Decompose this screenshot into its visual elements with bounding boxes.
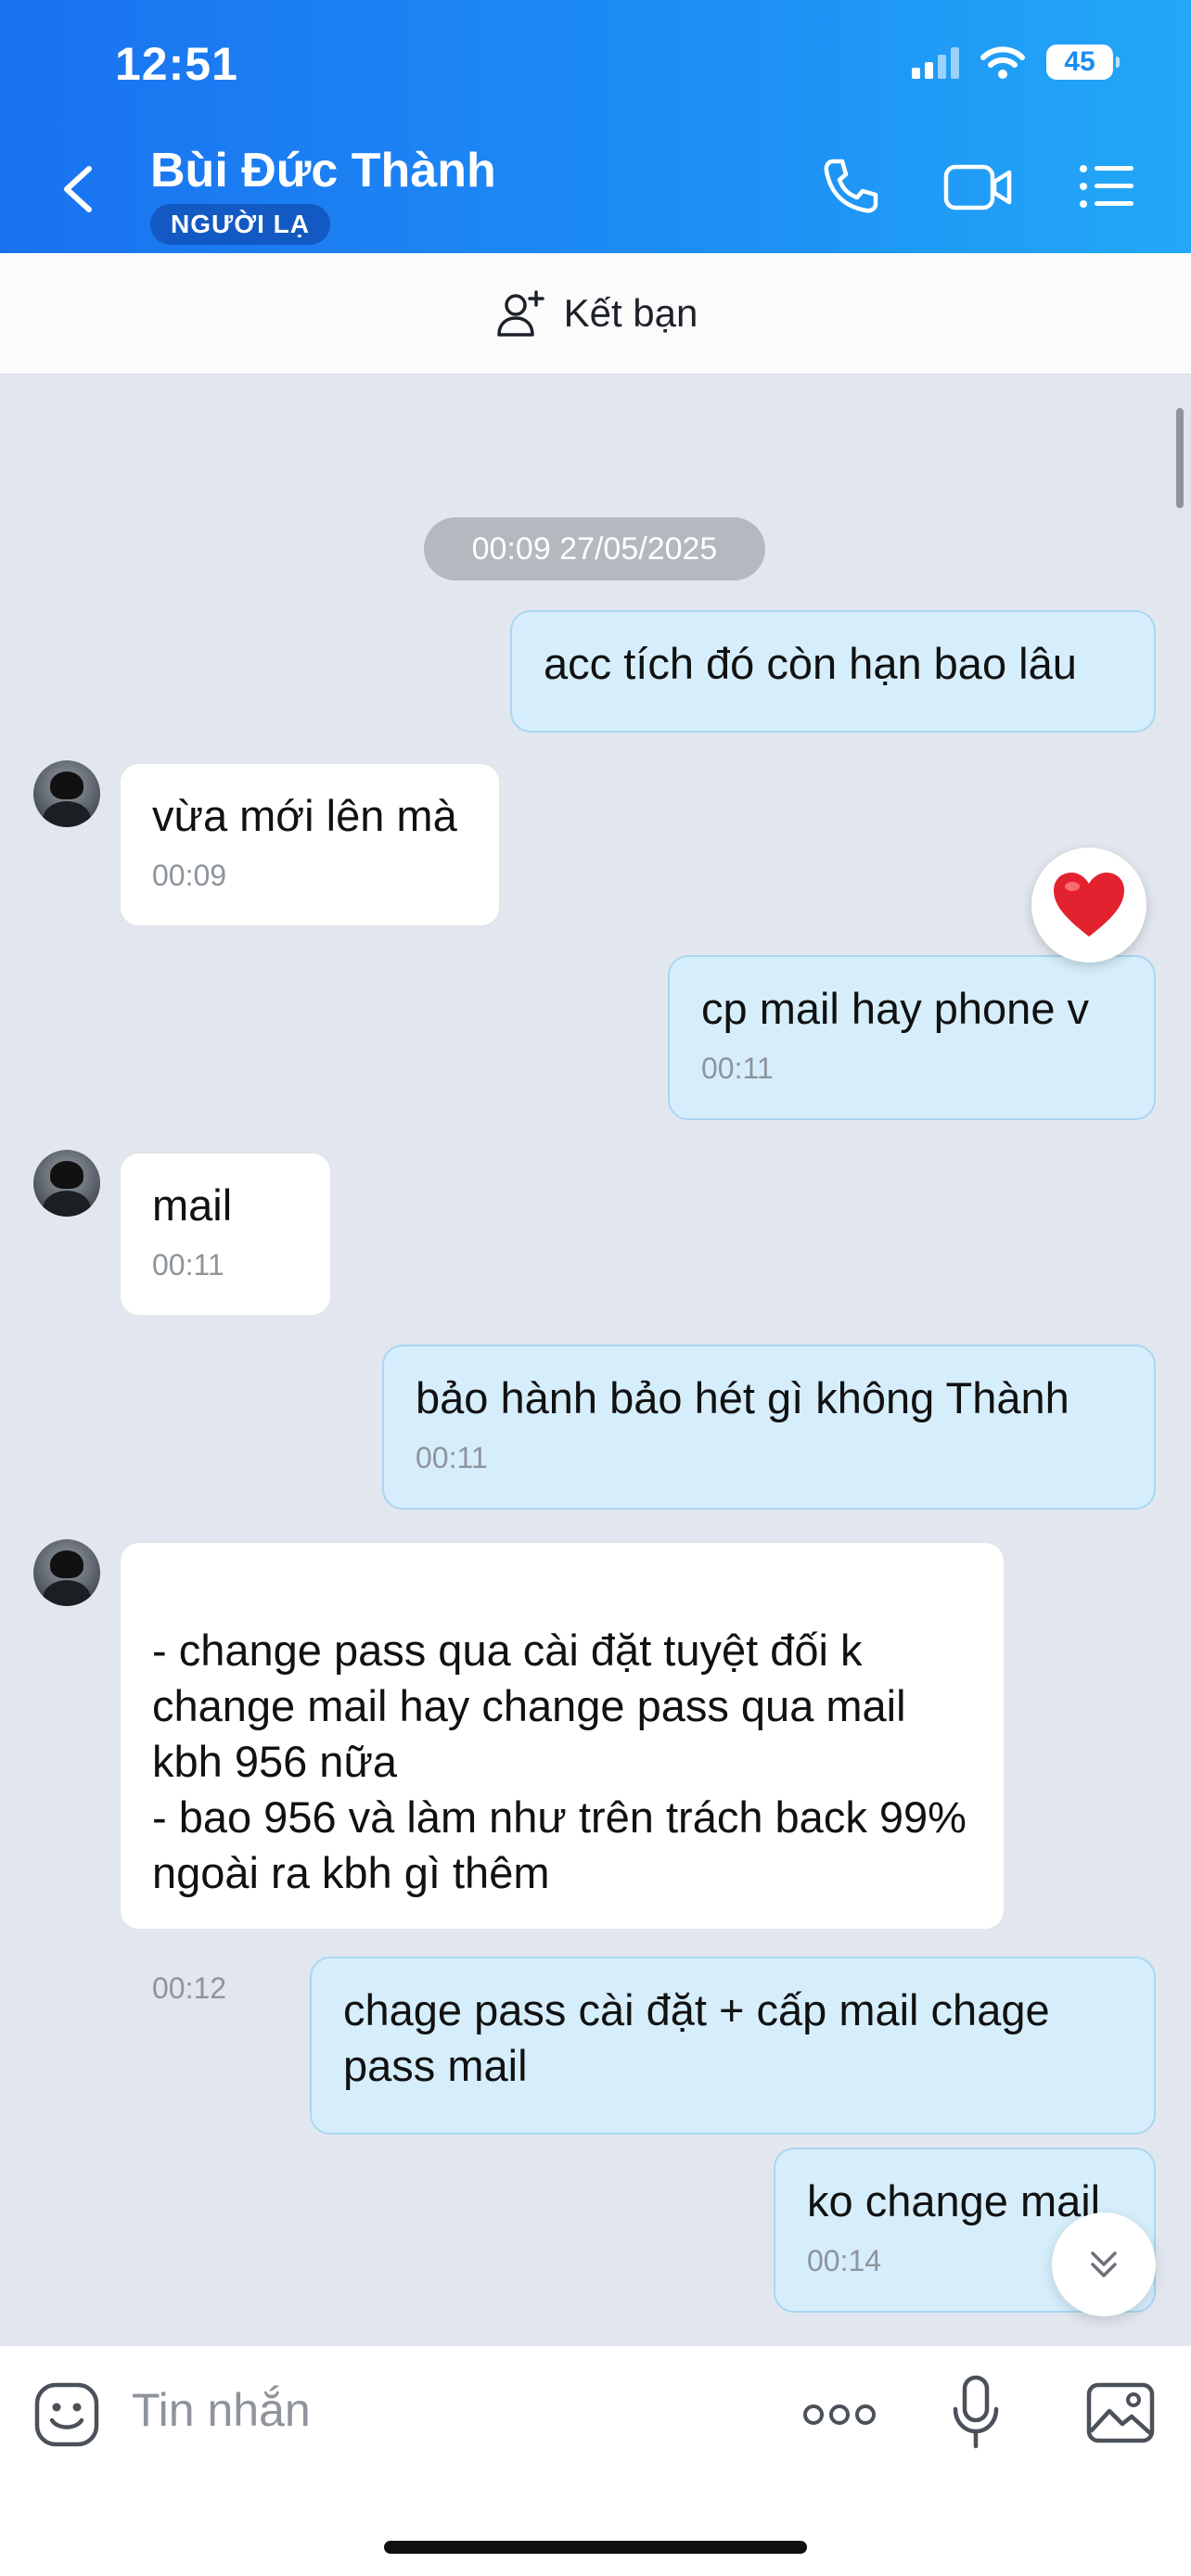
add-friend-label: Kết bạn	[563, 291, 698, 335]
stranger-badge: NGƯỜI LẠ	[150, 204, 330, 245]
status-icons: 45	[912, 45, 1120, 80]
message-text: cp mail hay phone v	[701, 984, 1090, 1033]
incoming-message[interactable]: mail 00:11	[119, 1152, 332, 1317]
incoming-message[interactable]: - change pass qua cài đặt tuyệt đối k ch…	[119, 1541, 1005, 2005]
message-input[interactable]: Tin nhắn	[132, 2383, 311, 2437]
message-text: chage pass cài đặt + cấp mail chage pass…	[343, 1985, 1050, 2090]
avatar[interactable]	[33, 760, 100, 827]
message-text: - change pass qua cài đặt tuyệt đối k ch…	[152, 1626, 967, 1897]
message-time: 00:11	[701, 1052, 774, 1085]
avatar[interactable]	[33, 1539, 100, 1606]
chat-scrollbar[interactable]	[1176, 408, 1184, 508]
contact-name[interactable]: Bùi Đức Thành	[150, 143, 496, 198]
chevron-double-down-icon	[1091, 2251, 1117, 2277]
heart-reaction[interactable]	[1031, 848, 1146, 963]
home-indicator	[384, 2541, 807, 2554]
more-icon[interactable]	[801, 2396, 877, 2433]
back-chevron-icon[interactable]	[58, 163, 98, 215]
video-icon[interactable]	[942, 156, 1015, 217]
message-text: acc tích đó còn hạn bao lâu	[544, 639, 1077, 688]
status-time: 12:51	[115, 38, 238, 90]
sticker-icon[interactable]	[32, 2379, 102, 2450]
message-time: 00:11	[152, 1248, 224, 1282]
add-friend-icon	[496, 290, 544, 337]
wifi-icon	[980, 46, 1025, 79]
date-separator: 00:09 27/05/2025	[424, 517, 765, 580]
outgoing-message[interactable]: acc tích đó còn hạn bao lâu	[510, 610, 1156, 733]
microphone-icon[interactable]	[950, 2374, 1002, 2452]
battery-icon: 45	[1046, 45, 1120, 80]
add-friend-bar[interactable]: Kết bạn	[0, 253, 1191, 375]
message-text: vừa mới lên mà	[152, 791, 457, 840]
scroll-to-bottom-button[interactable]	[1052, 2213, 1156, 2316]
heart-icon	[1054, 873, 1124, 937]
message-text: bảo hành bảo hét gì không Thành	[416, 1373, 1069, 1422]
message-time: 00:09	[152, 859, 227, 892]
message-time: 00:11	[416, 1441, 488, 1474]
menu-list-icon[interactable]	[1076, 156, 1137, 217]
outgoing-message[interactable]: cp mail hay phone v 00:11	[668, 955, 1156, 1120]
image-icon[interactable]	[1085, 2379, 1156, 2446]
chat-header: 12:51 45 Bùi Đức Thành NGƯỜI LẠ	[0, 0, 1191, 253]
message-text: mail	[152, 1180, 233, 1230]
outgoing-message[interactable]: chage pass cài đặt + cấp mail chage pass…	[310, 1957, 1156, 2135]
signal-icon	[912, 45, 959, 79]
incoming-message[interactable]: vừa mới lên mà 00:09	[119, 762, 501, 927]
avatar[interactable]	[33, 1150, 100, 1217]
phone-icon[interactable]	[820, 156, 881, 217]
outgoing-message[interactable]: bảo hành bảo hét gì không Thành 00:11	[382, 1345, 1156, 1510]
